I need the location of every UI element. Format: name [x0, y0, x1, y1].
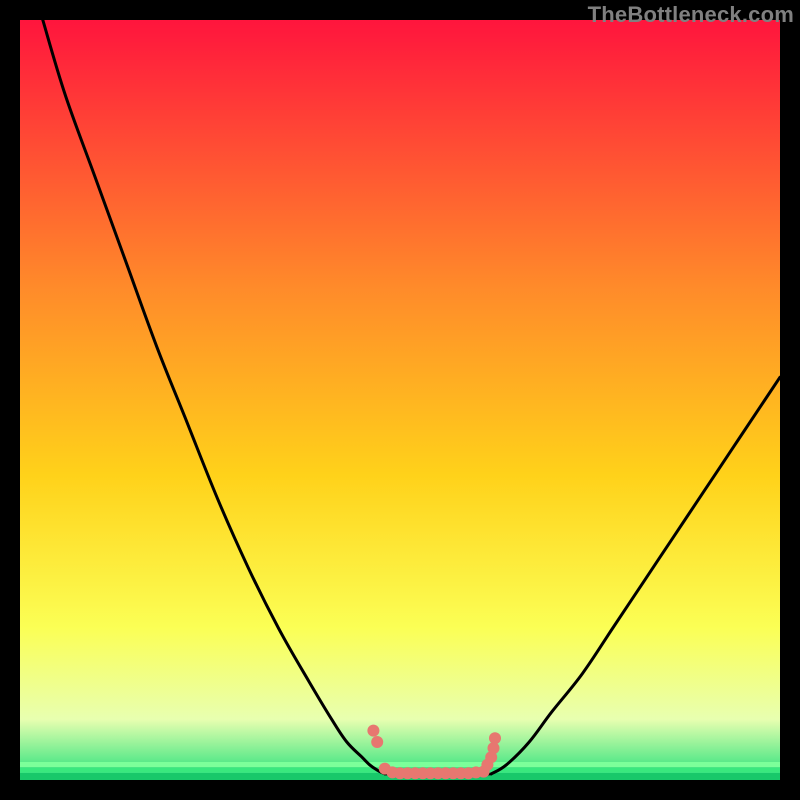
- marker-point: [371, 736, 383, 748]
- marker-point: [489, 732, 501, 744]
- chart-frame: TheBottleneck.com: [0, 0, 800, 800]
- chart-stripe-1: [20, 762, 780, 767]
- chart-svg: [20, 20, 780, 780]
- chart-gradient-bg: [20, 20, 780, 780]
- chart-plot-area: [20, 20, 780, 780]
- marker-point: [367, 725, 379, 737]
- watermark-text: TheBottleneck.com: [588, 2, 794, 28]
